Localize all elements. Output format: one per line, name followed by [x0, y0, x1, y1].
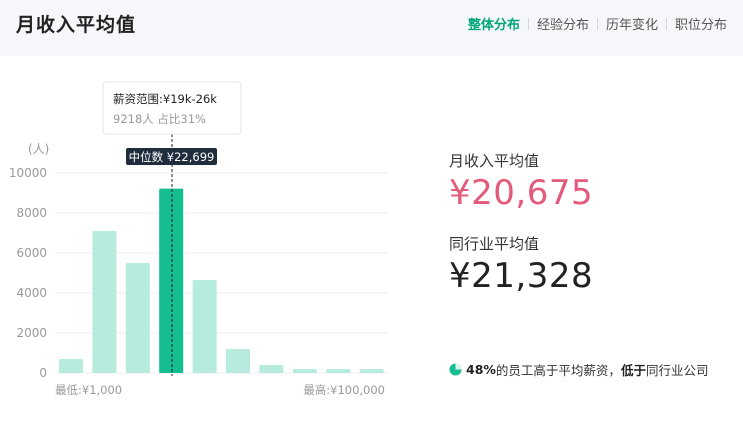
tooltip-detail: 9218人 占比31%	[113, 112, 206, 126]
tab-history[interactable]: 历年变化	[598, 14, 666, 33]
tab-position[interactable]: 职位分布	[667, 14, 735, 33]
industry-value: ¥21,328	[449, 256, 594, 296]
bar[interactable]	[259, 365, 284, 373]
bar[interactable]	[192, 280, 217, 373]
bar[interactable]	[92, 231, 117, 373]
x-min-label: 最低:¥1,000	[55, 383, 122, 397]
x-max-label: 最高:¥100,000	[303, 383, 385, 397]
y-tick-label: 4000	[16, 286, 47, 300]
tooltip-title: 薪资范围:¥19k-26k	[113, 92, 217, 106]
tab-overall[interactable]: 整体分布	[460, 14, 528, 33]
industry-stat: 同行业平均值 ¥21,328	[449, 233, 739, 296]
average-label: 月收入平均值	[449, 152, 540, 170]
bar[interactable]	[326, 369, 351, 373]
page-title: 月收入平均值	[16, 14, 137, 36]
median-marker: 中位数 ¥22,699	[126, 148, 217, 165]
tooltip: 薪资范围:¥19k-26k 9218人 占比31%	[102, 81, 242, 135]
summary-text: 的员工高于平均薪资，	[495, 363, 621, 378]
y-axis-unit: (人)	[28, 142, 49, 156]
pie-chart-icon	[449, 363, 462, 376]
average-value: ¥20,675	[449, 173, 594, 213]
tab-bar: 整体分布 经验分布 历年变化 职位分布	[460, 14, 735, 33]
summary-line: 48% 的员工高于平均薪资， 低于 同行业公司	[449, 360, 708, 379]
y-tick-label: 10000	[9, 166, 47, 180]
y-tick-label: 2000	[16, 326, 47, 340]
median-label: 中位数 ¥22,699	[129, 150, 215, 164]
bar-highlighted[interactable]	[159, 188, 184, 373]
salary-histogram: 0 2000 4000 6000 8000 10000 (人) 最低:¥1,000 最高:…	[9, 81, 388, 397]
bar[interactable]	[226, 349, 250, 373]
bars	[59, 188, 384, 373]
bar[interactable]	[359, 369, 384, 373]
stats-panel: 月收入平均值 ¥20,675 同行业平均值 ¥21,328	[449, 150, 739, 296]
tab-experience[interactable]: 经验分布	[529, 14, 597, 33]
header-bar: 月收入平均值 整体分布 经验分布 历年变化 职位分布	[0, 0, 743, 56]
y-tick-label: 8000	[16, 206, 47, 220]
summary-percent: 48%	[466, 362, 496, 377]
bar[interactable]	[292, 369, 317, 373]
y-tick-label: 0	[39, 366, 47, 380]
bar[interactable]	[125, 263, 150, 373]
industry-label: 同行业平均值	[449, 235, 540, 253]
average-stat: 月收入平均值 ¥20,675	[449, 150, 739, 213]
summary-text-end: 同行业公司	[645, 363, 709, 378]
y-tick-label: 6000	[16, 246, 47, 260]
summary-emphasis: 低于	[620, 363, 646, 378]
bar[interactable]	[59, 359, 83, 373]
